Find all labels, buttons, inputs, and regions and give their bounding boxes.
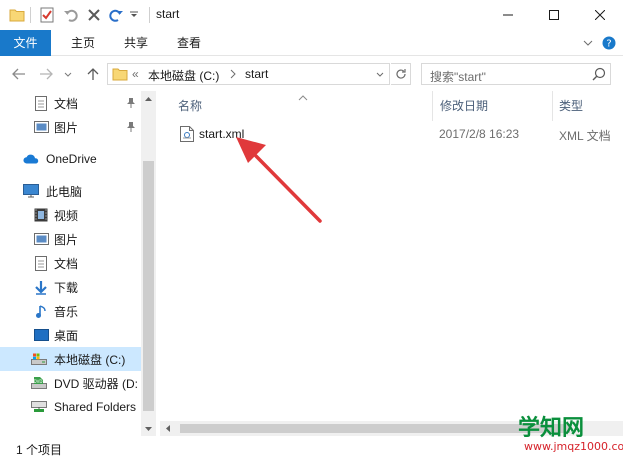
- tab-file[interactable]: 文件: [0, 30, 51, 56]
- music-icon: [33, 303, 49, 319]
- up-button[interactable]: [84, 65, 102, 83]
- undo-icon[interactable]: [62, 6, 80, 24]
- column-header-type[interactable]: 类型: [553, 91, 623, 121]
- customize-dropdown-icon[interactable]: [128, 6, 140, 24]
- file-list: 名称 修改日期 类型 start.xml 2017/2/8 16:23 XML …: [160, 91, 623, 436]
- search-input[interactable]: 搜索"start": [421, 63, 611, 85]
- nav-item-label: 视频: [54, 208, 79, 223]
- breadcrumb-overflow[interactable]: «: [132, 67, 139, 81]
- scrollbar-thumb[interactable]: [143, 161, 154, 411]
- maximize-button[interactable]: [531, 0, 577, 30]
- minimize-button[interactable]: [485, 0, 531, 30]
- nav-item-label: 文档: [54, 96, 79, 111]
- picture-icon: [33, 231, 49, 247]
- nav-item-label: 图片: [54, 232, 79, 247]
- download-icon: [33, 279, 49, 295]
- nav-item-pictures[interactable]: 图片: [0, 227, 141, 251]
- column-divider[interactable]: [432, 91, 433, 121]
- item-count: 1 个项目: [16, 443, 63, 457]
- folder-icon[interactable]: [8, 6, 26, 24]
- dvd-drive-icon: DVD: [31, 375, 47, 391]
- xml-file-icon: [180, 126, 194, 142]
- refresh-button[interactable]: [391, 63, 411, 85]
- breadcrumb-start[interactable]: start: [245, 67, 268, 81]
- navigation-pane: 文档 图片 OneDrive 此电脑 视频 图片 文档 下载 音乐 桌面 本地磁…: [0, 91, 156, 436]
- tab-view[interactable]: 查看: [164, 30, 214, 56]
- scroll-up-icon[interactable]: [141, 91, 156, 106]
- nav-item-shared-folders[interactable]: Shared Folders: [0, 395, 141, 419]
- address-dropdown-icon[interactable]: [372, 67, 388, 81]
- nav-item-documents[interactable]: 文档: [0, 251, 141, 275]
- nav-item-videos[interactable]: 视频: [0, 203, 141, 227]
- nav-item-music[interactable]: 音乐: [0, 299, 141, 323]
- address-row: « 本地磁盘 (C:) start 搜索"start": [0, 57, 623, 91]
- nav-item-this-pc[interactable]: 此电脑: [0, 179, 141, 203]
- nav-item-label: 桌面: [54, 328, 79, 343]
- nav-item-local-disk-c[interactable]: 本地磁盘 (C:): [0, 347, 141, 371]
- desktop-icon: [33, 327, 49, 343]
- nav-item-label: 下载: [54, 280, 79, 295]
- file-name[interactable]: start.xml: [199, 127, 244, 141]
- redo-icon[interactable]: [107, 6, 125, 24]
- onedrive-cloud-icon: [23, 151, 39, 167]
- nav-item-documents-pinned[interactable]: 文档: [0, 91, 141, 115]
- breadcrumb-chevron-icon[interactable]: [230, 67, 236, 82]
- ribbon-tabs: 文件 主页 共享 查看 ?: [0, 30, 623, 56]
- file-row[interactable]: start.xml 2017/2/8 16:23 XML 文档: [176, 123, 623, 145]
- nav-item-label: Shared Folders: [54, 400, 137, 414]
- help-icon[interactable]: ?: [601, 35, 617, 51]
- svg-text:DVD: DVD: [34, 379, 43, 384]
- picture-icon: [33, 119, 49, 135]
- video-icon: [33, 207, 49, 223]
- address-bar[interactable]: « 本地磁盘 (C:) start: [107, 63, 390, 85]
- window-title: start: [156, 7, 180, 21]
- nav-pane-scrollbar[interactable]: [141, 91, 156, 436]
- tab-home[interactable]: 主页: [58, 30, 108, 56]
- document-icon: [33, 95, 49, 111]
- properties-icon[interactable]: [38, 6, 56, 24]
- recent-locations-dropdown[interactable]: [62, 65, 74, 83]
- close-button[interactable]: [577, 0, 623, 30]
- svg-text:?: ?: [606, 39, 611, 50]
- local-disk-icon: [31, 351, 47, 367]
- nav-item-label: 此电脑: [46, 184, 83, 199]
- scroll-down-icon[interactable]: [141, 421, 156, 436]
- toolbar-separator: [30, 7, 31, 23]
- title-bar: start: [0, 0, 623, 30]
- pin-icon[interactable]: [125, 121, 137, 133]
- search-placeholder: 搜索"start": [430, 70, 486, 84]
- nav-item-downloads[interactable]: 下载: [0, 275, 141, 299]
- shared-folders-icon: [31, 399, 47, 415]
- back-button[interactable]: [10, 65, 28, 83]
- column-header-name[interactable]: 名称: [172, 91, 432, 121]
- nav-item-onedrive[interactable]: OneDrive: [0, 147, 141, 171]
- document-icon: [33, 255, 49, 271]
- scroll-left-icon[interactable]: [160, 421, 175, 436]
- column-header-modified[interactable]: 修改日期: [434, 91, 552, 121]
- watermark-url: www.jmqz1000.com: [524, 440, 623, 453]
- computer-icon: [23, 183, 39, 199]
- breadcrumb-local-disk[interactable]: 本地磁盘 (C:): [148, 67, 219, 84]
- nav-item-pictures-pinned[interactable]: 图片: [0, 115, 141, 139]
- search-icon[interactable]: [592, 67, 606, 81]
- nav-item-label: 本地磁盘 (C:): [54, 352, 126, 367]
- tab-share[interactable]: 共享: [111, 30, 161, 56]
- forward-button[interactable]: [37, 65, 55, 83]
- watermark-logo: 学知网 www.jmqz1000.com: [500, 410, 623, 460]
- file-type: XML 文档: [559, 129, 611, 143]
- nav-item-label: 音乐: [54, 304, 79, 319]
- file-modified-date: 2017/2/8 16:23: [439, 127, 520, 141]
- pin-icon[interactable]: [125, 97, 137, 109]
- nav-item-dvd-drive[interactable]: DVD DVD 驱动器 (D:: [0, 371, 141, 395]
- nav-item-label: 文档: [54, 256, 79, 271]
- folder-icon: [112, 67, 128, 81]
- title-separator: [149, 7, 150, 23]
- nav-item-label: 图片: [54, 120, 79, 135]
- ribbon-expand-icon[interactable]: [580, 35, 596, 51]
- delete-icon[interactable]: [85, 6, 103, 24]
- nav-item-label: OneDrive: [46, 152, 97, 166]
- nav-item-label: DVD 驱动器 (D:: [54, 376, 139, 391]
- watermark-main-text: 学知网: [518, 416, 585, 441]
- nav-item-desktop[interactable]: 桌面: [0, 323, 141, 347]
